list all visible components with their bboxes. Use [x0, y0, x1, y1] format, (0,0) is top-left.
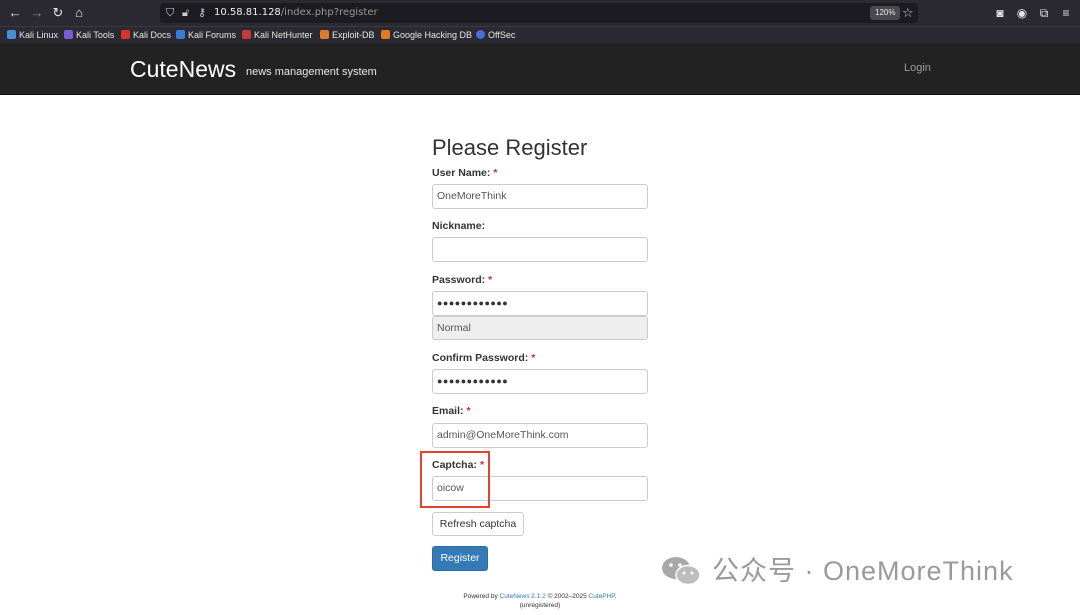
- login-link[interactable]: Login: [904, 61, 931, 75]
- nickname-input[interactable]: [432, 237, 648, 262]
- site-tagline: news management system: [246, 66, 377, 78]
- footer-powered-by: Powered by CuteNews 2.1.2 © 2002–2025 Cu…: [0, 593, 1080, 601]
- address-bar[interactable]: ⛉ 🔓︎ ⚷ 10.58.81.128/index.php?register 1…: [160, 3, 918, 23]
- offsec-icon: [476, 30, 485, 39]
- bookmark-kali-docs[interactable]: Kali Docs: [121, 29, 171, 41]
- register-button[interactable]: Register: [432, 546, 488, 571]
- username-label: User Name: *: [432, 167, 497, 180]
- footer-product-link[interactable]: CuteNews 2.1.2: [500, 593, 546, 600]
- bookmark-kali-forums[interactable]: Kali Forums: [176, 29, 236, 41]
- bookmark-exploit-db[interactable]: Exploit-DB: [320, 29, 375, 41]
- site-navbar: CuteNews news management system Login: [0, 43, 1080, 95]
- bookmark-label: Kali Forums: [188, 30, 237, 40]
- bookmark-label: Google Hacking DB: [393, 30, 473, 40]
- bookmark-kali-tools[interactable]: Kali Tools: [64, 29, 114, 41]
- ghdb-icon: [381, 30, 390, 39]
- bookmark-offsec[interactable]: OffSec: [476, 29, 515, 41]
- bookmark-kali-nethunter[interactable]: Kali NetHunter: [242, 29, 313, 41]
- menu-icon[interactable]: ≡: [1058, 4, 1074, 22]
- url-text[interactable]: 10.58.81.128/index.php?register: [214, 6, 378, 20]
- username-label-text: User Name:: [432, 167, 491, 179]
- browser-toolbar: ← → ↻ ⌂ ⛉ 🔓︎ ⚷ 10.58.81.128/index.php?re…: [0, 0, 1080, 26]
- required-mark: *: [493, 167, 498, 179]
- bookmarks-bar: Kali Linux Kali Tools Kali Docs Kali For…: [0, 26, 1080, 43]
- account-icon[interactable]: ◉: [1014, 4, 1030, 22]
- bookmark-label: Kali Tools: [76, 30, 115, 40]
- shield-icon[interactable]: ⛉: [166, 5, 174, 21]
- footer-vendor-link[interactable]: CutePHP: [589, 593, 615, 600]
- zoom-badge[interactable]: 120%: [870, 6, 901, 20]
- bookmark-label: Kali Docs: [133, 30, 172, 40]
- email-label: Email: *: [432, 405, 471, 418]
- key-icon[interactable]: ⚷: [198, 5, 206, 21]
- refresh-captcha-button[interactable]: Refresh captcha: [432, 512, 524, 536]
- watermark-text: 公众号 · OneMoreThink: [712, 556, 1014, 586]
- password-strength-indicator: Normal: [432, 316, 648, 340]
- password-label-text: Password:: [432, 274, 486, 286]
- extensions-icon[interactable]: ⧉: [1036, 4, 1052, 22]
- kali-tools-icon: [64, 30, 73, 39]
- forward-arrow-icon[interactable]: →: [28, 4, 46, 22]
- bookmark-kali-linux[interactable]: Kali Linux: [7, 29, 58, 41]
- confirm-password-label-text: Confirm Password:: [432, 352, 529, 364]
- footer-copyright: © 2002–2025: [547, 593, 587, 600]
- page-title: Please Register: [432, 135, 588, 160]
- exploit-db-icon: [320, 30, 329, 39]
- password-label: Password: *: [432, 274, 492, 287]
- email-input[interactable]: admin@OneMoreThink.com: [432, 423, 648, 448]
- footer-powered-text: Powered by: [463, 593, 498, 600]
- footer-status: (unregistered): [519, 602, 561, 609]
- footer-period: .: [614, 593, 617, 600]
- bookmark-google-hacking-db[interactable]: Google Hacking DB: [381, 29, 472, 41]
- home-icon[interactable]: ⌂: [70, 4, 88, 22]
- back-arrow-icon[interactable]: ←: [6, 4, 24, 22]
- wechat-logo-icon: [662, 557, 701, 586]
- kali-docs-icon: [121, 30, 130, 39]
- required-mark: *: [488, 274, 493, 286]
- kali-forums-icon: [176, 30, 185, 39]
- lock-icon[interactable]: 🔓︎: [182, 5, 189, 21]
- bookmark-label: Kali Linux: [19, 30, 59, 40]
- bookmark-label: Exploit-DB: [332, 30, 375, 40]
- kali-dragon-icon: [7, 30, 16, 39]
- url-host: 10.58.81.128: [214, 7, 281, 18]
- captcha-highlight-annotation: [420, 451, 490, 508]
- required-mark: *: [466, 405, 471, 417]
- site-brand[interactable]: CuteNews: [130, 55, 236, 83]
- required-mark: *: [531, 352, 536, 364]
- nickname-label: Nickname:: [432, 220, 486, 232]
- bookmark-label: OffSec: [488, 30, 516, 40]
- pocket-icon[interactable]: ◙: [992, 4, 1008, 22]
- url-path: /index.php?register: [280, 7, 378, 18]
- nethunter-icon: [242, 30, 251, 39]
- bookmark-label: Kali NetHunter: [254, 30, 313, 40]
- password-input[interactable]: ●●●●●●●●●●●●: [432, 291, 648, 316]
- reload-icon[interactable]: ↻: [49, 4, 67, 22]
- bookmark-star-icon[interactable]: ☆: [902, 4, 914, 22]
- email-label-text: Email:: [432, 405, 464, 417]
- username-input[interactable]: OneMoreThink: [432, 184, 648, 209]
- confirm-password-input[interactable]: ●●●●●●●●●●●●: [432, 369, 648, 394]
- confirm-password-label: Confirm Password: *: [432, 352, 535, 365]
